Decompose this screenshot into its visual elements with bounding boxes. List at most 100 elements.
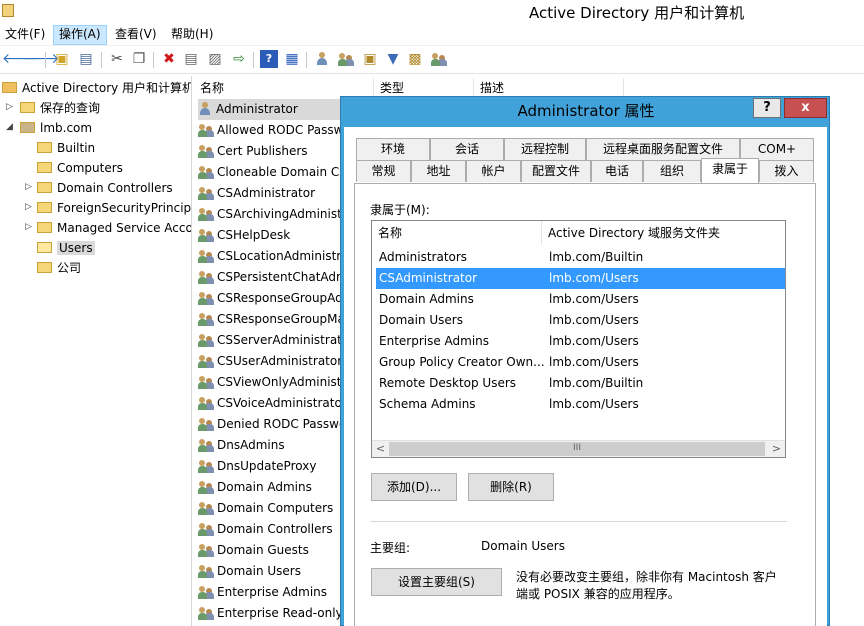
tab-sessions[interactable]: 会话	[430, 138, 504, 160]
list-item[interactable]: Domain Computers	[198, 498, 344, 519]
member-row[interactable]: Group Policy Creator Own... lmb.com/Users	[376, 352, 785, 373]
tree-item-root[interactable]: Active Directory 用户和计算机	[2, 78, 191, 98]
remove-button[interactable]: 删除(R)	[468, 473, 554, 501]
list-item[interactable]: Administrator	[198, 99, 342, 120]
list-item[interactable]: CSArchivingAdministrator	[198, 204, 344, 225]
member-row[interactable]: Domain Admins lmb.com/Users	[376, 289, 785, 310]
tree-item-company[interactable]: 公司	[37, 258, 81, 278]
list-item[interactable]: Cert Publishers	[198, 141, 344, 162]
group-icon	[198, 396, 214, 410]
help-button[interactable]: ?	[753, 98, 781, 118]
column-header-group-name[interactable]: 名称	[372, 221, 542, 245]
tree-item-computers[interactable]: Computers	[37, 158, 123, 178]
list-item-label: Allowed RODC Password Replication Group	[217, 123, 344, 137]
new-ou-icon[interactable]: ▣	[361, 50, 379, 68]
copy-icon[interactable]: ❐	[130, 50, 148, 68]
member-row[interactable]: Domain Users lmb.com/Users	[376, 310, 785, 331]
expand-icon[interactable]: ▷	[6, 102, 13, 112]
list-item[interactable]: CSVoiceAdministrator	[198, 393, 344, 414]
filter-icon[interactable]: ▼	[384, 50, 402, 68]
list-item[interactable]: Enterprise Read-only Domain Controllers	[198, 603, 344, 624]
menu-action[interactable]: 操作(A)	[53, 25, 107, 45]
add-to-group-icon[interactable]	[430, 50, 448, 68]
member-row[interactable]: Schema Admins lmb.com/Users	[376, 394, 785, 415]
properties-icon[interactable]: ▤	[182, 50, 200, 68]
list-item[interactable]: Domain Guests	[198, 540, 344, 561]
find-icon[interactable]: ▩	[406, 50, 424, 68]
tree-item-domain[interactable]: lmb.com	[20, 118, 92, 138]
tab-address[interactable]: 地址	[411, 160, 466, 182]
list-item[interactable]: DnsAdmins	[198, 435, 344, 456]
close-button[interactable]: x	[784, 98, 827, 118]
list-item[interactable]: Allowed RODC Password Replication Group	[198, 120, 344, 141]
list-item[interactable]: Denied RODC Password Replication Group	[198, 414, 344, 435]
collapse-icon[interactable]: ◢	[6, 122, 13, 132]
new-group-icon[interactable]	[337, 50, 355, 68]
menu-file[interactable]: 文件(F)	[0, 25, 50, 45]
tab-telephones[interactable]: 电话	[591, 160, 643, 182]
tab-environment[interactable]: 环境	[356, 138, 430, 160]
list-item[interactable]: CSUserAdministrator	[198, 351, 344, 372]
list-item[interactable]: CSAdministrator	[198, 183, 344, 204]
tab-profile[interactable]: 配置文件	[521, 160, 591, 182]
column-header-description[interactable]: 描述	[474, 78, 624, 98]
expand-icon[interactable]: ▷	[25, 182, 32, 192]
export-list-icon[interactable]: ⇨	[230, 50, 248, 68]
list-item[interactable]: CSLocationAdministrator	[198, 246, 344, 267]
column-header-type[interactable]: 类型	[374, 78, 474, 98]
member-row[interactable]: Enterprise Admins lmb.com/Users	[376, 331, 785, 352]
tab-remote-control[interactable]: 远程控制	[504, 138, 586, 160]
tree-item-users[interactable]: Users	[37, 238, 95, 258]
tab-rds-profile[interactable]: 远程桌面服务配置文件	[586, 138, 740, 160]
member-row[interactable]: Administrators lmb.com/Builtin	[376, 247, 785, 268]
list-item[interactable]: CSViewOnlyAdministrator	[198, 372, 344, 393]
refresh-icon[interactable]: ▨	[206, 50, 224, 68]
tree-item-foreign-security-principals[interactable]: ForeignSecurityPrincipals	[37, 198, 191, 218]
tree-item-managed-service-accounts[interactable]: Managed Service Accounts	[37, 218, 191, 238]
list-item[interactable]: Cloneable Domain Controllers	[198, 162, 344, 183]
member-row[interactable]: Remote Desktop Users lmb.com/Builtin	[376, 373, 785, 394]
list-item[interactable]: CSResponseGroupManager	[198, 309, 344, 330]
member-of-list[interactable]: 名称 Active Directory 域服务文件夹 Administrator…	[371, 220, 786, 458]
back-icon[interactable]: 🡐	[2, 50, 40, 68]
show-console-tree-icon[interactable]: ▤	[77, 50, 95, 68]
tab-dial-in[interactable]: 拨入	[759, 160, 814, 182]
tab-general[interactable]: 常规	[356, 160, 411, 182]
scroll-thumb[interactable]: III	[389, 442, 765, 456]
set-primary-group-button[interactable]: 设置主要组(S)	[371, 568, 502, 596]
list-item[interactable]: CSPersistentChatAdministrator	[198, 267, 344, 288]
cut-icon[interactable]: ✂	[108, 50, 126, 68]
scroll-right-arrow[interactable]: >	[768, 441, 785, 457]
scroll-left-arrow[interactable]: <	[372, 441, 389, 457]
list-item[interactable]: Domain Controllers	[198, 519, 344, 540]
list-item[interactable]: CSServerAdministrator	[198, 330, 344, 351]
menu-help[interactable]: 帮助(H)	[166, 25, 218, 45]
list-item[interactable]: Domain Admins	[198, 477, 344, 498]
list-item[interactable]: Domain Users	[198, 561, 344, 582]
tree-item-saved-queries[interactable]: 保存的查询	[20, 98, 100, 118]
tab-com-plus[interactable]: COM+	[740, 138, 814, 160]
column-header-folder[interactable]: Active Directory 域服务文件夹	[542, 221, 785, 245]
tab-organization[interactable]: 组织	[643, 160, 701, 182]
forward-icon[interactable]: 🡒	[22, 50, 60, 68]
menu-view[interactable]: 查看(V)	[110, 25, 162, 45]
expand-icon[interactable]: ▷	[25, 202, 32, 212]
help-icon[interactable]: ?	[260, 50, 278, 68]
column-header-name[interactable]: 名称	[194, 78, 374, 98]
member-row[interactable]: CSAdministrator lmb.com/Users	[376, 268, 785, 289]
delete-icon[interactable]: ✖	[160, 50, 178, 68]
list-item[interactable]: CSResponseGroupAdministrator	[198, 288, 344, 309]
horizontal-scrollbar[interactable]: < III >	[372, 440, 785, 457]
up-folder-icon[interactable]: ▣	[53, 50, 71, 68]
tree-item-builtin[interactable]: Builtin	[37, 138, 95, 158]
list-item[interactable]: DnsUpdateProxy	[198, 456, 344, 477]
console-icon[interactable]: ▦	[283, 50, 301, 68]
add-button[interactable]: 添加(D)...	[371, 473, 457, 501]
tree-item-domain-controllers[interactable]: Domain Controllers	[37, 178, 173, 198]
new-user-icon[interactable]	[313, 50, 331, 68]
list-item[interactable]: Enterprise Admins	[198, 582, 344, 603]
tab-member-of[interactable]: 隶属于	[701, 158, 759, 183]
expand-icon[interactable]: ▷	[25, 222, 32, 232]
tab-account[interactable]: 帐户	[466, 160, 521, 182]
list-item[interactable]: CSHelpDesk	[198, 225, 344, 246]
